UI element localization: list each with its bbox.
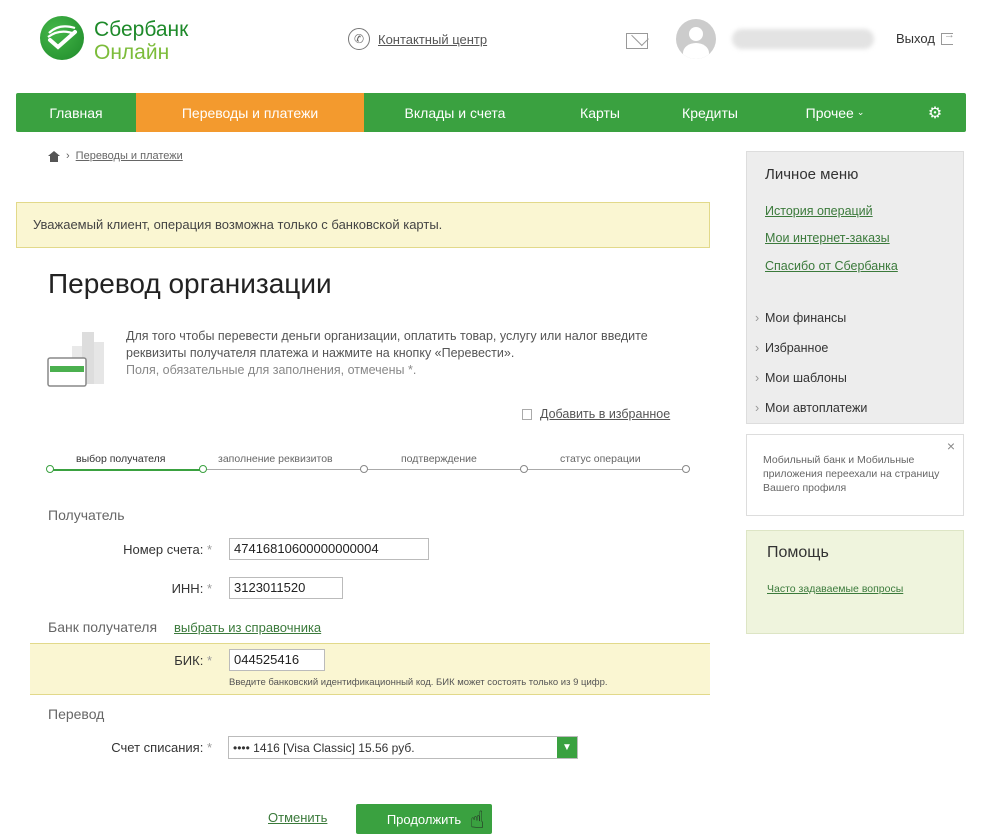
personal-menu: Личное меню История операций Мои интерне… bbox=[746, 151, 964, 424]
step-dot-3 bbox=[360, 465, 368, 473]
required-note: Поля, обязательные для заполнения, отмеч… bbox=[126, 363, 417, 377]
nav-item-transfers[interactable]: Переводы и платежи bbox=[136, 93, 364, 132]
bik-label: БИК: * bbox=[82, 653, 212, 668]
history-link[interactable]: История операций bbox=[765, 204, 873, 218]
logout-icon bbox=[940, 29, 955, 45]
nav-item-credits[interactable]: Кредиты bbox=[654, 93, 766, 132]
sidebar-item-finances[interactable]: Мои финансы bbox=[755, 311, 846, 325]
account-number-input[interactable]: 47416810600000000004 bbox=[229, 538, 429, 560]
breadcrumb-current[interactable]: Переводы и платежи bbox=[76, 150, 183, 162]
debit-account-select[interactable]: •••• 1416 [Visa Classic] 15.56 руб. ▼ bbox=[228, 736, 578, 759]
chevron-down-icon[interactable]: ▼ bbox=[557, 737, 577, 758]
gear-icon: ⚙ bbox=[927, 104, 943, 122]
breadcrumb: › Переводы и платежи bbox=[48, 150, 183, 162]
add-favorite-label: Добавить в избранное bbox=[540, 407, 671, 421]
nav-label: Вклады и счета bbox=[404, 104, 506, 121]
stepper-progress bbox=[50, 469, 203, 471]
required-star: * bbox=[206, 740, 212, 755]
username-blurred bbox=[732, 29, 874, 49]
main-nav: Главная Переводы и платежи Вклады и счет… bbox=[16, 93, 966, 132]
step-label-3: подтверждение bbox=[401, 453, 477, 465]
chevron-down-icon: ⌄ bbox=[856, 107, 865, 117]
recipient-section-label: Получатель bbox=[48, 507, 125, 523]
step-label-2: заполнение реквизитов bbox=[218, 453, 333, 465]
mail-icon[interactable] bbox=[626, 33, 648, 49]
sberbank-logo-icon[interactable] bbox=[40, 16, 84, 60]
avatar[interactable] bbox=[676, 19, 716, 59]
add-to-favorites[interactable]: Добавить в избранное bbox=[522, 407, 670, 421]
nav-label: Карты bbox=[580, 104, 620, 121]
step-dot-4 bbox=[520, 465, 528, 473]
required-star: * bbox=[206, 581, 212, 596]
form-description: Для того чтобы перевести деньги организа… bbox=[126, 328, 686, 379]
help-title: Помощь bbox=[767, 544, 829, 561]
home-icon[interactable] bbox=[48, 150, 60, 162]
account-label-text: Номер счета: bbox=[123, 542, 204, 557]
nav-label: Прочее bbox=[805, 104, 854, 121]
brand-name: Сбербанк bbox=[94, 18, 189, 41]
sidebar-item-templates[interactable]: Мои шаблоны bbox=[755, 371, 847, 385]
help-box: Помощь Часто задаваемые вопросы bbox=[746, 530, 964, 634]
phone-icon: ✆ bbox=[348, 28, 370, 50]
nav-label: Главная bbox=[49, 104, 103, 121]
sidebar-item-favorites[interactable]: Избранное bbox=[755, 341, 828, 355]
logout-label: Выход bbox=[896, 31, 935, 46]
bank-card-icon bbox=[46, 328, 110, 390]
step-dot-1 bbox=[46, 465, 54, 473]
nav-label: Кредиты bbox=[682, 104, 738, 121]
orders-link[interactable]: Мои интернет-заказы bbox=[765, 231, 890, 245]
contact-center-link[interactable]: ✆ Контактный центр bbox=[348, 28, 487, 50]
cancel-button[interactable]: Отменить bbox=[268, 810, 327, 825]
close-icon[interactable]: × bbox=[947, 439, 955, 453]
account-label: Номер счета: * bbox=[82, 542, 212, 557]
promo-text: Мобильный банк и Мобильные приложения пе… bbox=[763, 454, 940, 494]
inn-label-text: ИНН: bbox=[171, 581, 204, 596]
chevron-right-icon: › bbox=[66, 150, 70, 162]
description-text: Для того чтобы перевести деньги организа… bbox=[126, 329, 648, 360]
page-title: Перевод организации bbox=[48, 268, 332, 299]
debit-account-value: •••• 1416 [Visa Classic] 15.56 руб. bbox=[233, 740, 415, 755]
faq-link[interactable]: Часто задаваемые вопросы bbox=[767, 583, 907, 596]
required-star: * bbox=[206, 542, 212, 557]
contact-center-label: Контактный центр bbox=[378, 31, 488, 47]
bik-hint: Введите банковский идентификационный код… bbox=[229, 677, 608, 688]
pick-from-directory-link[interactable]: выбрать из справочника bbox=[174, 620, 321, 635]
hand-cursor-icon: ☝ bbox=[470, 807, 485, 834]
bank-section-label: Банк получателя bbox=[48, 619, 158, 635]
required-star: * bbox=[206, 653, 212, 668]
card-only-notice: Уважаемый клиент, операция возможна толь… bbox=[16, 202, 710, 248]
bik-label-text: БИК: bbox=[174, 653, 204, 668]
debit-account-label: Счет списания: * bbox=[82, 740, 212, 755]
step-dot-2 bbox=[199, 465, 207, 473]
spasibo-link[interactable]: Спасибо от Сбербанка bbox=[765, 259, 898, 273]
mobile-bank-promo: × Мобильный банк и Мобильные приложения … bbox=[746, 434, 964, 516]
step-label-1: выбор получателя bbox=[76, 453, 166, 465]
personal-menu-title: Личное меню bbox=[765, 166, 859, 183]
settings-button[interactable]: ⚙ bbox=[904, 93, 966, 132]
inn-input[interactable]: 3123011520 bbox=[229, 577, 343, 599]
step-label-4: статус операции bbox=[560, 453, 641, 465]
brand-subtitle: Онлайн bbox=[94, 41, 170, 64]
bik-input[interactable]: 044525416 bbox=[229, 649, 325, 671]
nav-label: Переводы и платежи bbox=[181, 104, 319, 121]
bookmark-icon bbox=[522, 408, 532, 420]
transfer-section-label: Перевод bbox=[48, 706, 105, 722]
sidebar-item-autopayments[interactable]: Мои автоплатежи bbox=[755, 401, 867, 415]
logout-button[interactable]: Выход bbox=[896, 29, 955, 47]
debit-label-text: Счет списания: bbox=[111, 740, 204, 755]
nav-item-other[interactable]: Прочее ⌄ bbox=[766, 93, 904, 132]
nav-item-home[interactable]: Главная bbox=[16, 93, 136, 132]
nav-item-cards[interactable]: Карты bbox=[546, 93, 654, 132]
step-dot-5 bbox=[682, 465, 690, 473]
nav-item-deposits[interactable]: Вклады и счета bbox=[364, 93, 546, 132]
inn-label: ИНН: * bbox=[82, 581, 212, 596]
